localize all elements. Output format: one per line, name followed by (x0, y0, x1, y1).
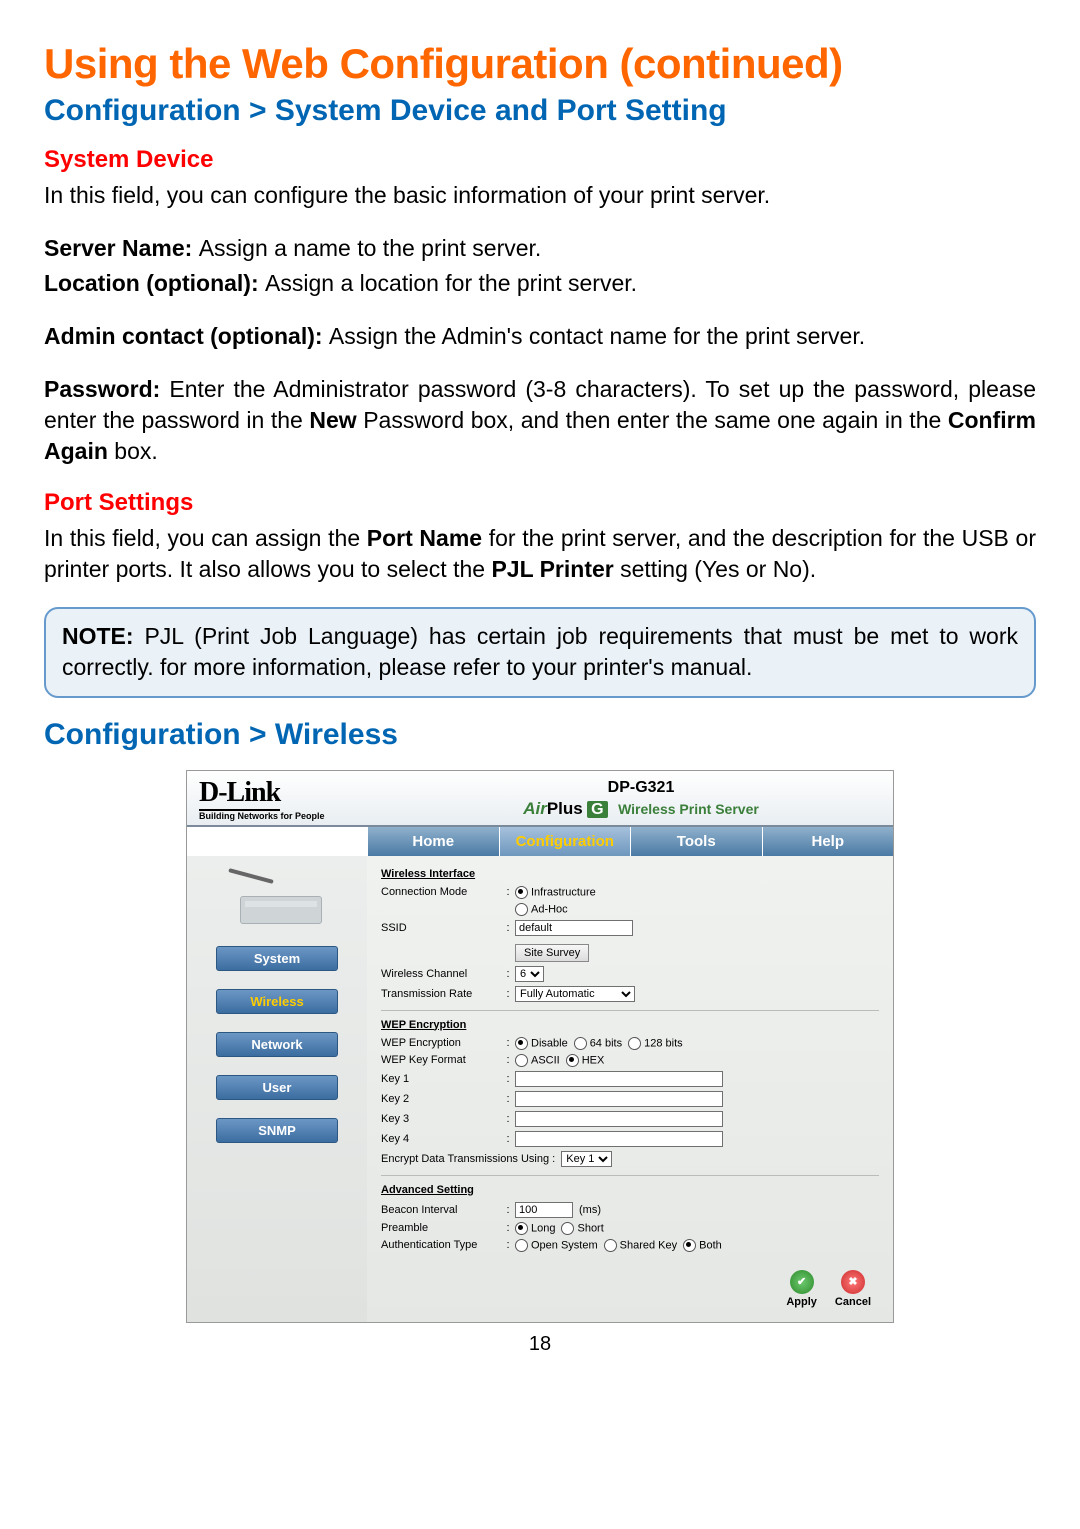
password-label: Password: (44, 376, 169, 402)
radio-auth-both[interactable] (683, 1239, 696, 1252)
ssid-label: SSID (381, 922, 501, 934)
air-italic: Air (523, 799, 547, 818)
location-line: Location (optional): Assign a location f… (44, 268, 1036, 299)
wireless-channel-label: Wireless Channel (381, 968, 501, 980)
device-image (222, 868, 332, 928)
radio-auth-open[interactable] (515, 1239, 528, 1252)
encrypt-using-select[interactable]: Key 1 (561, 1151, 612, 1167)
key3-label: Key 3 (381, 1113, 501, 1125)
wep-encryption-label: WEP Encryption (381, 1037, 501, 1049)
transmission-rate-select[interactable]: Fully Automatic (515, 986, 635, 1002)
preamble-label: Preamble (381, 1222, 501, 1234)
group-wireless-interface: Wireless Interface (381, 868, 879, 880)
radio-adhoc[interactable] (515, 903, 528, 916)
model-number: DP-G321 (389, 779, 893, 797)
radio-preamble-short[interactable] (561, 1222, 574, 1235)
ssid-input[interactable] (515, 920, 633, 936)
key4-input[interactable] (515, 1131, 723, 1147)
logo-cell: D-Link Building Networks for People (187, 771, 389, 825)
server-name-line: Server Name: Assign a name to the print … (44, 233, 1036, 264)
password-line: Password: Enter the Administrator passwo… (44, 374, 1036, 467)
brand-cell: DP-G321 AirPlus G Wireless Print Server (389, 771, 893, 825)
breadcrumb-wireless: Configuration > Wireless (44, 718, 1036, 752)
page-title: Using the Web Configuration (continued) (44, 40, 1036, 88)
note-box: NOTE: PJL (Print Job Language) has certa… (44, 607, 1036, 697)
radio-infrastructure[interactable] (515, 886, 528, 899)
tab-home[interactable]: Home (367, 827, 499, 856)
sidebar-item-network[interactable]: Network (216, 1032, 338, 1057)
air-g-badge: G (587, 801, 607, 818)
key4-label: Key 4 (381, 1133, 501, 1145)
sidebar-item-user[interactable]: User (216, 1075, 338, 1100)
key1-input[interactable] (515, 1071, 723, 1087)
wireless-print-server-label: Wireless Print Server (618, 801, 759, 817)
wireless-channel-select[interactable]: 6 (515, 966, 544, 982)
config-screenshot: D-Link Building Networks for People DP-G… (186, 770, 894, 1323)
beacon-interval-label: Beacon Interval (381, 1204, 501, 1216)
note-label: NOTE: (62, 623, 144, 649)
radio-hex[interactable] (566, 1054, 579, 1067)
key2-input[interactable] (515, 1091, 723, 1107)
dlink-tagline: Building Networks for People (199, 811, 379, 821)
dlink-logo: D-Link (199, 779, 280, 811)
config-panel: Wireless Interface Connection Mode : Inf… (367, 856, 893, 1322)
page-number: 18 (44, 1333, 1036, 1356)
group-wep-encryption: WEP Encryption (381, 1019, 879, 1031)
beacon-interval-input[interactable] (515, 1202, 573, 1218)
tab-help[interactable]: Help (762, 827, 894, 856)
air-plus: Plus (547, 799, 583, 818)
port-settings-text: In this field, you can assign the Port N… (44, 523, 1036, 585)
server-name-label: Server Name: (44, 235, 199, 261)
admin-contact-label: Admin contact (optional): (44, 323, 329, 349)
tab-configuration[interactable]: Configuration (499, 827, 631, 856)
system-device-intro: In this field, you can configure the bas… (44, 180, 1036, 211)
radio-wep-64[interactable] (574, 1037, 587, 1050)
sidebar-item-system[interactable]: System (216, 946, 338, 971)
sidebar-item-snmp[interactable]: SNMP (216, 1118, 338, 1143)
apply-button[interactable]: ✔ Apply (786, 1270, 817, 1308)
tab-tools[interactable]: Tools (630, 827, 762, 856)
encrypt-using-label: Encrypt Data Transmissions Using : (381, 1153, 555, 1165)
key3-input[interactable] (515, 1111, 723, 1127)
breadcrumb-system: Configuration > System Device and Port S… (44, 94, 1036, 128)
radio-auth-shared[interactable] (604, 1239, 617, 1252)
radio-wep-128[interactable] (628, 1037, 641, 1050)
transmission-rate-label: Transmission Rate (381, 988, 501, 1000)
cancel-button[interactable]: ✖ Cancel (835, 1270, 871, 1308)
location-label: Location (optional): (44, 270, 265, 296)
key1-label: Key 1 (381, 1073, 501, 1085)
tab-bar: Home Configuration Tools Help (187, 827, 893, 856)
connection-mode-label: Connection Mode (381, 886, 501, 898)
radio-preamble-long[interactable] (515, 1222, 528, 1235)
auth-type-label: Authentication Type (381, 1239, 501, 1251)
site-survey-button[interactable]: Site Survey (515, 944, 589, 962)
wep-key-format-label: WEP Key Format (381, 1054, 501, 1066)
sidebar-item-wireless[interactable]: Wireless (216, 989, 338, 1014)
radio-ascii[interactable] (515, 1054, 528, 1067)
port-settings-heading: Port Settings (44, 489, 1036, 517)
check-icon: ✔ (790, 1270, 814, 1294)
close-icon: ✖ (841, 1270, 865, 1294)
admin-contact-line: Admin contact (optional): Assign the Adm… (44, 321, 1036, 352)
system-device-heading: System Device (44, 146, 1036, 174)
key2-label: Key 2 (381, 1093, 501, 1105)
sidebar: System Wireless Network User SNMP (187, 856, 367, 1322)
group-advanced-setting: Advanced Setting (381, 1184, 879, 1196)
radio-wep-disable[interactable] (515, 1037, 528, 1050)
